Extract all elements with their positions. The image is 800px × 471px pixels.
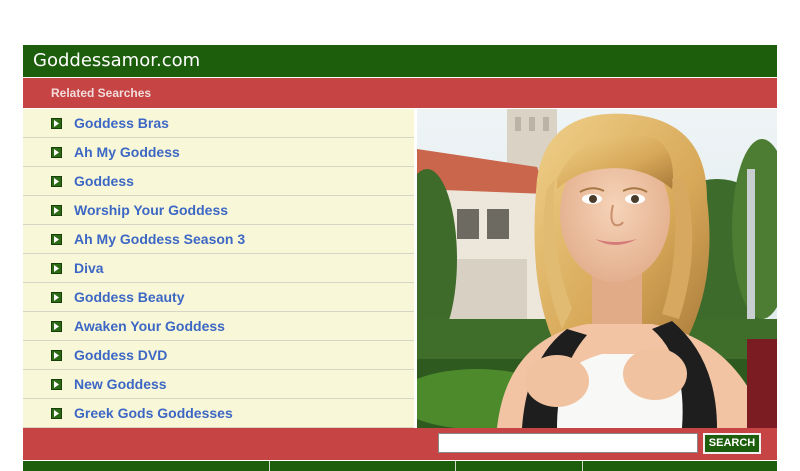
arrow-icon (51, 117, 62, 129)
link-label[interactable]: Goddess DVD (74, 347, 167, 363)
footer-divider (455, 461, 456, 471)
arrow-icon (51, 291, 62, 303)
woman-with-backpack-photo (417, 109, 777, 428)
link-label[interactable]: Ah My Goddess (74, 144, 180, 160)
link-label[interactable]: Greek Gods Goddesses (74, 405, 233, 421)
list-item[interactable]: Goddess DVD (23, 341, 414, 370)
link-label[interactable]: Goddess Bras (74, 115, 169, 131)
arrow-icon (51, 262, 62, 274)
footer-divider (582, 461, 583, 471)
list-item[interactable]: Ah My Goddess Season 3 (23, 225, 414, 254)
list-item[interactable]: Diva (23, 254, 414, 283)
link-label[interactable]: New Goddess (74, 376, 167, 392)
search-input[interactable] (438, 433, 698, 453)
related-searches-heading: Related Searches (23, 78, 777, 108)
list-item[interactable]: Goddess Beauty (23, 283, 414, 312)
link-label[interactable]: Goddess (74, 173, 134, 189)
list-item[interactable]: New Goddess (23, 370, 414, 399)
link-label[interactable]: Worship Your Goddess (74, 202, 228, 218)
site-title[interactable]: Goddessamor.com (23, 45, 777, 77)
list-item[interactable]: Greek Gods Goddesses (23, 399, 414, 428)
search-bar: SEARCH (23, 428, 777, 460)
link-label[interactable]: Goddess Beauty (74, 289, 184, 305)
related-links-list: Goddess Bras Ah My Goddess Goddess Worsh… (23, 109, 414, 428)
arrow-icon (51, 146, 62, 158)
arrow-icon (51, 204, 62, 216)
arrow-icon (51, 378, 62, 390)
footer-divider (269, 461, 270, 471)
list-item[interactable]: Goddess Bras (23, 109, 414, 138)
main-content: Goddess Bras Ah My Goddess Goddess Worsh… (23, 109, 777, 428)
link-label[interactable]: Ah My Goddess Season 3 (74, 231, 245, 247)
footer-nav-bar (23, 461, 777, 471)
list-item[interactable]: Ah My Goddess (23, 138, 414, 167)
link-label[interactable]: Diva (74, 260, 104, 276)
search-button[interactable]: SEARCH (703, 433, 761, 454)
list-item[interactable]: Goddess (23, 167, 414, 196)
page-container: Goddessamor.com Related Searches Goddess… (23, 45, 777, 471)
arrow-icon (51, 407, 62, 419)
list-item[interactable]: Worship Your Goddess (23, 196, 414, 225)
link-label[interactable]: Awaken Your Goddess (74, 318, 225, 334)
arrow-icon (51, 349, 62, 361)
arrow-icon (51, 175, 62, 187)
arrow-icon (51, 233, 62, 245)
arrow-icon (51, 320, 62, 332)
hero-photo (417, 109, 777, 428)
list-item[interactable]: Awaken Your Goddess (23, 312, 414, 341)
